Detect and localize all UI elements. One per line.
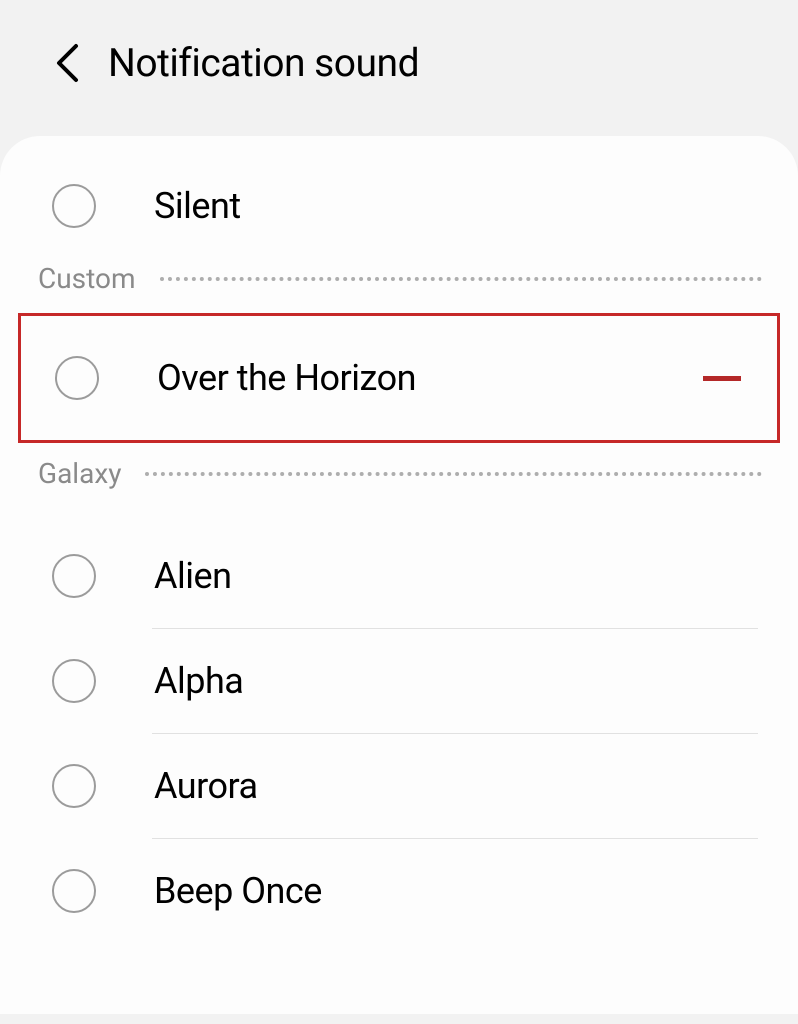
section-header-custom: Custom (0, 254, 798, 303)
divider-dotted (160, 277, 762, 281)
option-label: Aurora (154, 765, 258, 807)
minus-icon[interactable] (703, 376, 741, 381)
radio-unchecked-icon (52, 184, 96, 228)
header: Notification sound (0, 0, 798, 136)
sound-option-alpha[interactable]: Alpha (52, 629, 758, 733)
section-header-galaxy: Galaxy (0, 449, 798, 504)
sound-option-alien[interactable]: Alien (52, 524, 758, 628)
option-label: Alien (154, 555, 231, 597)
option-label: Over the Horizon (157, 357, 645, 399)
option-label: Silent (154, 185, 241, 227)
back-icon[interactable] (54, 42, 80, 84)
sound-option-over-the-horizon[interactable]: Over the Horizon (18, 313, 780, 443)
galaxy-list: Alien Alpha Aurora Beep Once (0, 504, 798, 943)
radio-unchecked-icon (52, 554, 96, 598)
section-title: Custom (38, 262, 136, 295)
option-label: Beep Once (154, 870, 322, 912)
sound-option-silent[interactable]: Silent (0, 158, 798, 254)
sound-option-aurora[interactable]: Aurora (52, 734, 758, 838)
radio-unchecked-icon (52, 764, 96, 808)
sound-panel: Silent Custom Over the Horizon Galaxy Al… (0, 136, 798, 1014)
radio-unchecked-icon (55, 356, 99, 400)
radio-unchecked-icon (52, 659, 96, 703)
page-title: Notification sound (108, 40, 419, 86)
sound-option-beep-once[interactable]: Beep Once (52, 839, 758, 943)
option-label: Alpha (154, 660, 243, 702)
section-title: Galaxy (38, 457, 121, 490)
divider-dotted (145, 472, 762, 476)
radio-unchecked-icon (52, 869, 96, 913)
